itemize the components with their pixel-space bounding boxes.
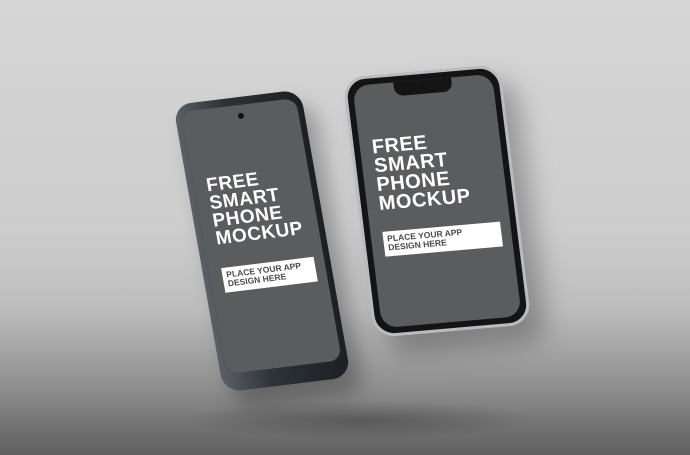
floor-shadow	[180, 400, 540, 440]
iphone-phone-screen: FREE SMART PHONE MOCKUP PLACE YOUR APP D…	[352, 73, 522, 329]
camera-icon	[236, 112, 244, 120]
android-phone-screen: FREE SMART PHONE MOCKUP PLACE YOUR APP D…	[181, 98, 342, 375]
iphone-phone: FREE SMART PHONE MOCKUP PLACE YOUR APP D…	[342, 64, 532, 338]
mockup-headline: FREE SMART PHONE MOCKUP	[370, 131, 472, 215]
android-phone: FREE SMART PHONE MOCKUP PLACE YOUR APP D…	[173, 89, 351, 393]
mockup-scene: FREE SMART PHONE MOCKUP PLACE YOUR APP D…	[0, 0, 690, 455]
mockup-subtext: PLACE YOUR APP DESIGN HERE	[382, 221, 503, 257]
notch-icon	[393, 77, 453, 97]
mockup-subtext: PLACE YOUR APP DESIGN HERE	[221, 256, 318, 293]
mockup-headline: FREE SMART PHONE MOCKUP	[204, 169, 305, 250]
